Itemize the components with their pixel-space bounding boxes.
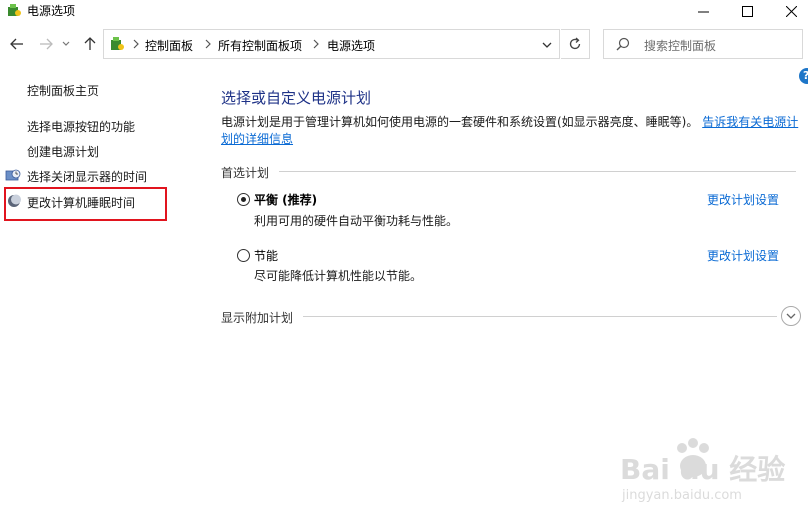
power-saver-change-settings-link[interactable]: 更改计划设置 xyxy=(707,247,779,264)
up-button[interactable] xyxy=(80,34,100,54)
navigation-bar: 控制面板 所有控制面板项 电源选项 搜索控制面板 xyxy=(0,26,808,62)
power-button-function-link[interactable]: 选择电源按钮的功能 xyxy=(27,118,135,135)
back-arrow-icon xyxy=(10,38,23,50)
chevron-right-icon xyxy=(133,39,139,49)
display-clock-icon xyxy=(5,169,21,181)
window-title: 电源选项 xyxy=(27,4,76,18)
refresh-button[interactable] xyxy=(561,29,590,59)
close-button[interactable] xyxy=(768,0,808,22)
power-saver-plan-description: 尽可能降低计算机性能以节能。 xyxy=(254,269,423,283)
control-panel-icon xyxy=(111,37,124,50)
minimize-icon xyxy=(697,11,709,12)
power-saver-plan-radio[interactable] xyxy=(237,249,250,262)
watermark-url: jingyan.baidu.com xyxy=(622,488,742,503)
breadcrumb-control-panel[interactable]: 控制面板 xyxy=(145,37,193,54)
maximize-icon xyxy=(741,5,753,17)
additional-plans-header[interactable]: 显示附加计划 xyxy=(221,309,293,326)
chevron-right-icon xyxy=(205,39,211,49)
title-bar: 电源选项 xyxy=(0,0,808,22)
chevron-down-icon[interactable] xyxy=(541,39,553,51)
page-title: 选择或自定义电源计划 xyxy=(221,89,372,107)
balanced-plan-description: 利用可用的硬件自动平衡功耗与性能。 xyxy=(254,214,459,228)
chevron-down-icon xyxy=(786,313,796,319)
forward-arrow-icon xyxy=(40,38,53,50)
search-box[interactable]: 搜索控制面板 xyxy=(603,29,803,59)
display-off-time-link[interactable]: 选择关闭显示器的时间 xyxy=(27,168,147,185)
maximize-button[interactable] xyxy=(724,0,770,22)
balanced-plan-radio[interactable] xyxy=(237,193,250,206)
forward-button[interactable] xyxy=(36,34,56,54)
baidu-jingyan-watermark: Bai du 经验 jingyan.baidu.com xyxy=(618,436,798,516)
expand-additional-plans-button[interactable] xyxy=(781,306,801,326)
close-icon xyxy=(785,5,797,17)
search-icon xyxy=(616,37,630,51)
recent-locations-button[interactable] xyxy=(60,34,72,54)
highlight-annotation xyxy=(4,187,167,221)
chevron-down-icon xyxy=(62,41,70,46)
address-bar[interactable]: 控制面板 所有控制面板项 电源选项 xyxy=(103,29,560,59)
balanced-plan-name[interactable]: 平衡 (推荐) xyxy=(254,191,317,208)
power-saver-plan-name[interactable]: 节能 xyxy=(254,247,278,264)
power-options-icon xyxy=(8,4,21,16)
chevron-right-icon xyxy=(313,39,319,49)
back-button[interactable] xyxy=(7,34,27,54)
breadcrumb-power-options[interactable]: 电源选项 xyxy=(327,37,375,54)
section-divider xyxy=(303,316,777,317)
watermark-brand: Bai du 经验 xyxy=(620,453,786,486)
section-divider xyxy=(279,171,796,172)
breadcrumb-all-items[interactable]: 所有控制面板项 xyxy=(218,37,302,54)
create-power-plan-link[interactable]: 创建电源计划 xyxy=(27,143,99,160)
minimize-button[interactable] xyxy=(680,0,726,22)
page-description: 电源计划是用于管理计算机如何使用电源的一套硬件和系统设置(如显示器亮度、睡眠等)… xyxy=(221,114,801,148)
help-icon[interactable]: ? xyxy=(799,68,808,84)
refresh-icon xyxy=(569,37,581,50)
up-arrow-icon xyxy=(84,37,96,50)
preferred-plans-header: 首选计划 xyxy=(221,166,270,180)
search-input[interactable]: 搜索控制面板 xyxy=(644,37,716,54)
control-panel-home-link[interactable]: 控制面板主页 xyxy=(27,82,99,99)
balanced-change-settings-link[interactable]: 更改计划设置 xyxy=(707,191,779,208)
description-text: 电源计划是用于管理计算机如何使用电源的一套硬件和系统设置(如显示器亮度、睡眠等)… xyxy=(221,115,699,129)
